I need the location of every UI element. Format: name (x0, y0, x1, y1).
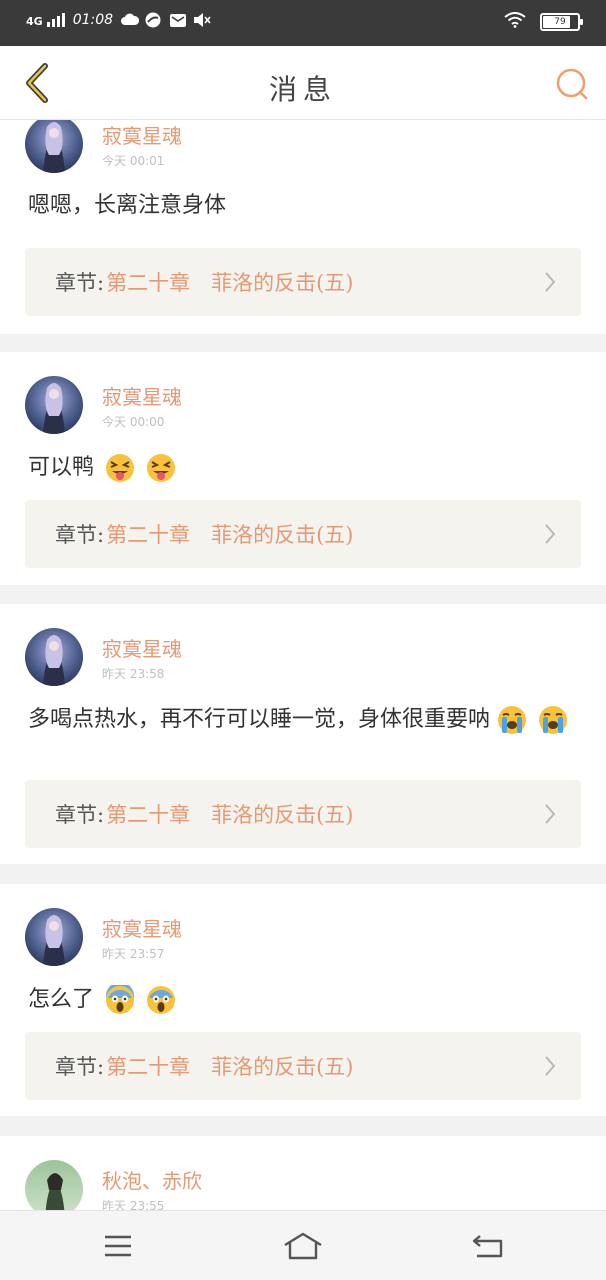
message-list[interactable]: 寂寞星魂 今天 00:01 嗯嗯，长离注意身体 章节: 第二十章 菲洛的反击(五… (0, 120, 606, 1210)
message-card: 寂寞星魂 今天 00:01 嗯嗯，长离注意身体 章节: 第二十章 菲洛的反击(五… (0, 120, 606, 334)
chapter-link[interactable]: 章节: 第二十章 菲洛的反击(五) (25, 248, 581, 316)
message-text: 怎么了 (28, 982, 586, 1016)
status-bar: 4G 01:08 79 (0, 0, 606, 46)
search-button[interactable] (550, 62, 594, 106)
message-time: 昨天 23:58 (102, 667, 165, 681)
mail-icon (169, 12, 187, 28)
message-text: 嗯嗯，长离注意身体 (28, 190, 586, 222)
chapter-label: 章节: (55, 523, 105, 547)
message-time: 今天 00:01 (102, 154, 165, 168)
menu-icon (105, 1235, 131, 1257)
message-text: 多喝点热水，再不行可以睡一觉，身体很重要呐 (28, 704, 586, 736)
avatar[interactable] (25, 908, 83, 966)
screaming-fear-emoji (105, 982, 135, 1015)
screaming-fear-emoji (146, 985, 176, 1015)
network-type: 4G (26, 15, 43, 28)
message-text-content: 多喝点热水，再不行可以睡一觉，身体很重要呐 (28, 707, 491, 732)
status-right: 79 (504, 12, 583, 32)
home-button[interactable] (281, 1227, 325, 1265)
user-name[interactable]: 寂寞星魂 (102, 381, 182, 410)
loudly-crying-emoji (497, 705, 527, 735)
message-card: 寂寞星魂 今天 00:00 可以鸭 章节: 第二十章 菲洛的反击(五) (0, 352, 606, 585)
clock: 01:08 (72, 12, 114, 28)
message-text-content: 可以鸭 (28, 455, 95, 480)
chevron-right-icon (545, 272, 556, 292)
battery-icon: 79 (540, 13, 583, 31)
chapter-link[interactable]: 章节: 第二十章 菲洛的反击(五) (25, 1032, 581, 1100)
chapter-label: 章节: (55, 803, 105, 827)
app-icon (145, 12, 161, 28)
mute-icon (193, 12, 211, 28)
battery-level: 79 (554, 17, 566, 27)
chapter-name: 第二十章 菲洛的反击(五) (106, 1055, 354, 1079)
home-icon (284, 1232, 322, 1260)
cloud-icon (121, 12, 140, 28)
message-time: 今天 00:00 (102, 415, 165, 429)
status-left: 4G 01:08 (26, 12, 211, 28)
user-name[interactable]: 寂寞星魂 (102, 633, 182, 662)
chapter-name: 第二十章 菲洛的反击(五) (106, 271, 354, 295)
message-card: 寂寞星魂 昨天 23:57 怎么了 章节: 第二十章 菲洛的反击(五) (0, 884, 606, 1116)
message-card: 寂寞星魂 昨天 23:58 多喝点热水，再不行可以睡一觉，身体很重要呐 章节: … (0, 604, 606, 864)
back-icon (472, 1235, 503, 1258)
chapter-name: 第二十章 菲洛的反击(五) (106, 803, 354, 827)
chapter-link[interactable]: 章节: 第二十章 菲洛的反击(五) (25, 500, 581, 568)
chapter-label: 章节: (55, 1055, 105, 1079)
wifi-icon (504, 12, 526, 32)
chevron-right-icon (545, 1056, 556, 1076)
signal-icon: 4G (26, 13, 65, 27)
squinting-tongue-emoji (105, 453, 135, 483)
chevron-right-icon (545, 524, 556, 544)
message-text: 可以鸭 (28, 452, 586, 484)
user-name[interactable]: 秋泡、赤欣 (102, 1165, 202, 1194)
top-app-bar: 消息 (0, 46, 606, 120)
message-time: 昨天 23:57 (102, 947, 165, 961)
loudly-crying-emoji (538, 705, 568, 735)
user-name[interactable]: 寂寞星魂 (102, 913, 182, 942)
chapter-label: 章节: (55, 271, 105, 295)
search-icon (556, 68, 588, 100)
back-nav-button[interactable] (466, 1227, 510, 1265)
message-time: 昨天 23:55 (102, 1199, 165, 1210)
user-name[interactable]: 寂寞星魂 (102, 120, 182, 149)
avatar[interactable] (25, 376, 83, 434)
avatar[interactable] (25, 628, 83, 686)
message-text-content: 嗯嗯，长离注意身体 (28, 193, 227, 218)
page-title: 消息 (268, 73, 337, 106)
chevron-right-icon (545, 804, 556, 824)
system-nav-bar (0, 1210, 606, 1280)
avatar[interactable] (25, 120, 83, 173)
squinting-tongue-emoji (146, 453, 176, 483)
message-card: 秋泡、赤欣 昨天 23:55 (0, 1136, 606, 1210)
chapter-link[interactable]: 章节: 第二十章 菲洛的反击(五) (25, 780, 581, 848)
menu-button[interactable] (96, 1227, 140, 1265)
message-text-content: 怎么了 (28, 987, 95, 1012)
chapter-name: 第二十章 菲洛的反击(五) (106, 523, 354, 547)
avatar[interactable] (25, 1160, 83, 1210)
